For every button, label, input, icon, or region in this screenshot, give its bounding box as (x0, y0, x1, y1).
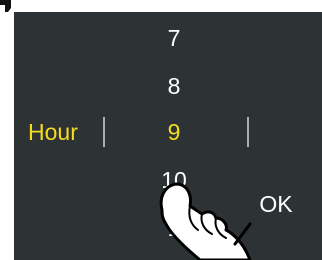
hour-option-8[interactable]: 8 (146, 72, 202, 100)
left-divider (103, 117, 105, 147)
hour-option-7[interactable]: 7 (146, 24, 202, 52)
time-picker-screen: Hour 7 8 9 10 1 OK (14, 12, 322, 260)
hour-label: Hour (28, 119, 78, 145)
ok-button[interactable]: OK (256, 187, 296, 221)
hour-option-10[interactable]: 10 (146, 166, 202, 194)
hour-option-next[interactable]: 1 (146, 214, 202, 242)
right-divider (247, 117, 249, 147)
hour-option-9-selected[interactable]: 9 (146, 118, 202, 146)
corner-mark (0, 0, 11, 12)
